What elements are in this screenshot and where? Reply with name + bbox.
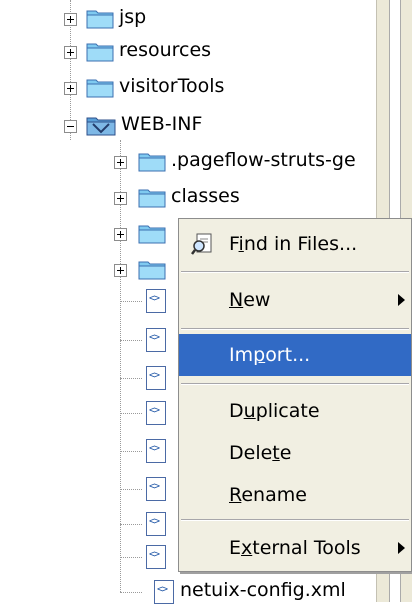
- xml-file-icon: [154, 580, 174, 604]
- collapse-icon[interactable]: [64, 120, 77, 133]
- tree-branch-line: [120, 378, 142, 379]
- expand-icon[interactable]: [114, 156, 127, 169]
- menu-item-rename[interactable]: Rename: [179, 474, 411, 516]
- folder-icon: [138, 153, 166, 172]
- folder-icon: [138, 225, 166, 244]
- menu-item-label: New: [229, 289, 271, 311]
- menu-item-import[interactable]: Import...: [179, 334, 411, 376]
- expand-icon[interactable]: [64, 82, 77, 95]
- tree-label: .pageflow-struts-ge: [171, 149, 356, 171]
- expand-icon[interactable]: [114, 228, 127, 241]
- expand-icon[interactable]: [64, 13, 77, 26]
- menu-separator: [181, 383, 409, 385]
- xml-file-icon[interactable]: [146, 512, 166, 536]
- tree-label: resources: [119, 39, 212, 61]
- web-inf-folder-icon: [86, 117, 116, 136]
- menu-item-duplicate[interactable]: Duplicate: [179, 390, 411, 432]
- xml-file-icon[interactable]: [146, 439, 166, 463]
- folder-icon: [138, 189, 166, 208]
- menu-item-external-tools[interactable]: External Tools: [179, 527, 411, 569]
- folder-icon: [138, 261, 166, 280]
- find-in-files-icon: [191, 233, 212, 255]
- menu-item-label: Import...: [229, 344, 311, 366]
- menu-separator: [181, 519, 409, 521]
- expand-icon[interactable]: [114, 264, 127, 277]
- menu-item-label: External Tools: [229, 537, 361, 559]
- tree-branch-line: [120, 301, 142, 302]
- xml-file-icon[interactable]: [146, 477, 166, 501]
- tree-label: visitorTools: [119, 75, 225, 97]
- menu-item-find-in-files[interactable]: Find in Files...: [179, 223, 411, 265]
- submenu-arrow-icon: [398, 294, 405, 306]
- menu-item-label: Delete: [229, 442, 292, 464]
- tree-branch-line: [120, 340, 142, 341]
- tree-branch-line: [120, 489, 142, 490]
- submenu-arrow-icon: [398, 542, 405, 554]
- menu-separator: [181, 271, 409, 273]
- tree-branch-line: [120, 557, 142, 558]
- menu-item-new[interactable]: New: [179, 279, 411, 321]
- xml-file-icon[interactable]: [146, 545, 166, 569]
- tree-label: classes: [171, 185, 240, 207]
- tree-label: netuix-config.xml: [180, 579, 346, 601]
- expand-icon[interactable]: [114, 192, 127, 205]
- xml-file-icon[interactable]: [146, 289, 166, 313]
- xml-file-icon[interactable]: [146, 328, 166, 352]
- tree-branch-line: [120, 524, 142, 525]
- tree-branch-line: [120, 413, 142, 414]
- expand-icon[interactable]: [64, 46, 77, 59]
- tree-branch-line: [120, 451, 142, 452]
- menu-separator: [181, 328, 409, 330]
- folder-icon: [86, 10, 114, 29]
- context-menu: Find in Files... New Import... Duplicate…: [178, 218, 412, 572]
- xml-file-icon[interactable]: [146, 366, 166, 390]
- tree-label: WEB-INF: [121, 113, 203, 135]
- menu-item-label: Find in Files...: [229, 233, 358, 255]
- tree-label: jsp: [119, 6, 147, 28]
- menu-item-label: Rename: [229, 484, 307, 506]
- tree-branch-line: [120, 592, 142, 593]
- folder-icon: [86, 79, 114, 98]
- folder-icon: [86, 43, 114, 62]
- xml-file-icon[interactable]: [146, 401, 166, 425]
- menu-item-delete[interactable]: Delete: [179, 432, 411, 474]
- menu-item-label: Duplicate: [229, 400, 320, 422]
